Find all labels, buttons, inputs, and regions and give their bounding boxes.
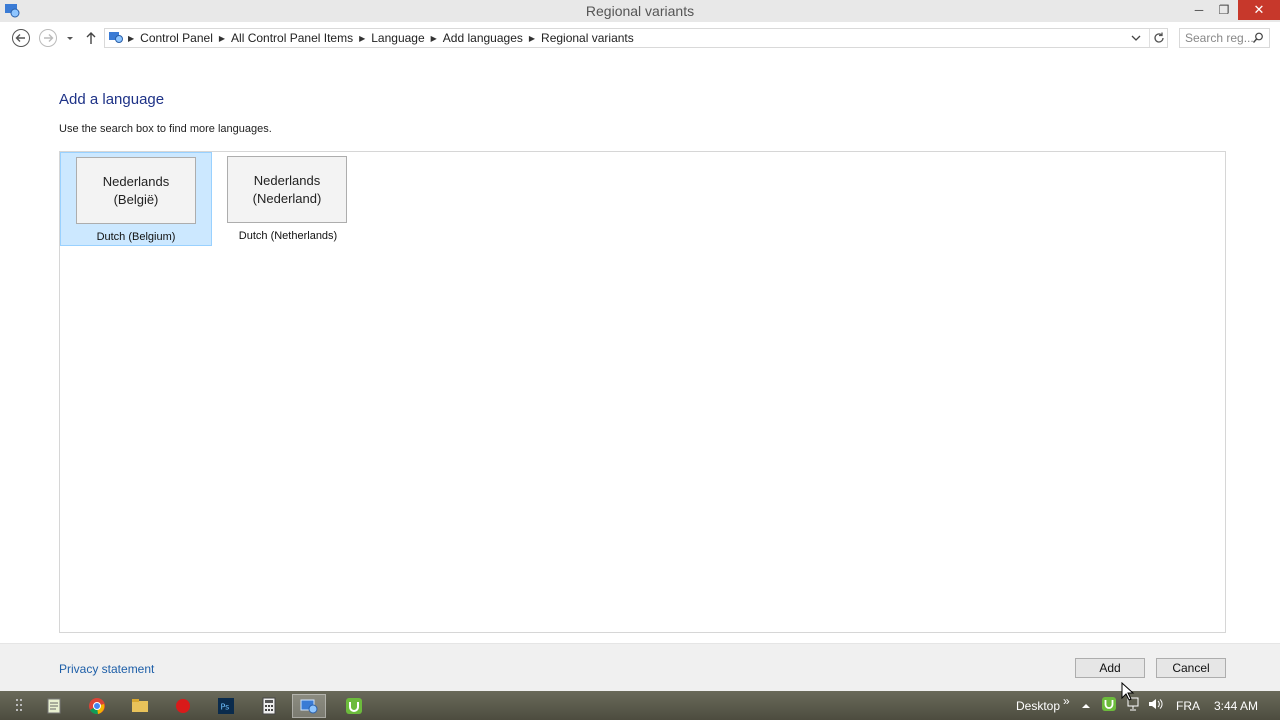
forward-icon[interactable] (38, 28, 58, 48)
add-button[interactable]: Add (1075, 658, 1145, 678)
recorder-icon[interactable] (165, 694, 201, 718)
input-language-indicator[interactable]: FRA (1176, 699, 1200, 713)
toolbar-chevron-icon[interactable]: » (1063, 694, 1070, 708)
taskbar: Ps Desktop » FRA 3:44 AM (0, 691, 1280, 720)
language-native-name: Nederlands (102, 173, 170, 189)
recent-pages-chevron-icon[interactable] (64, 28, 76, 48)
desktop-toolbar-label[interactable]: Desktop (1016, 699, 1060, 713)
back-icon[interactable] (11, 28, 31, 48)
notepad-icon[interactable] (36, 694, 72, 718)
breadcrumb-separator-icon[interactable]: ▶ (217, 34, 227, 43)
svg-text:Ps: Ps (221, 703, 230, 712)
minimize-button[interactable]: ─ (1188, 0, 1210, 20)
photoshop-icon[interactable]: Ps (208, 694, 244, 718)
show-hidden-icons-icon[interactable] (1081, 700, 1091, 714)
maximize-button[interactable]: ❐ (1213, 0, 1235, 20)
up-arrow-icon[interactable] (84, 28, 98, 48)
refresh-icon[interactable] (1149, 29, 1168, 47)
chrome-icon[interactable] (79, 694, 115, 718)
breadcrumb-separator-icon[interactable]: ▶ (357, 34, 367, 43)
breadcrumb-regional-variants[interactable]: Regional variants (537, 31, 638, 45)
privacy-statement-link[interactable]: Privacy statement (59, 662, 154, 676)
breadcrumb-language[interactable]: Language (367, 31, 428, 45)
breadcrumb-add-languages[interactable]: Add languages (439, 31, 527, 45)
language-caption: Dutch (Netherlands) (238, 230, 338, 242)
search-input[interactable]: Search reg... (1179, 28, 1270, 48)
dialog-footer: Privacy statement Add Cancel (0, 643, 1280, 692)
title-bar: Regional variants ─ ❐ ✕ (0, 0, 1280, 23)
language-tile[interactable]: Nederlands (Nederland) (227, 156, 347, 223)
breadcrumb-control-panel[interactable]: Control Panel (136, 31, 217, 45)
utorrent-icon[interactable] (336, 694, 372, 718)
control-panel-taskbar-icon[interactable] (292, 694, 326, 718)
calculator-icon[interactable] (251, 694, 287, 718)
language-native-region: (Nederland) (252, 190, 322, 206)
close-button[interactable]: ✕ (1238, 0, 1280, 20)
search-placeholder: Search reg... (1185, 31, 1254, 45)
language-caption: Dutch (Belgium) (96, 231, 176, 243)
language-option-dutch-netherlands[interactable]: Nederlands (Nederland) Dutch (Netherland… (212, 152, 364, 246)
language-option-dutch-belgium[interactable]: Nederlands (België) Dutch (Belgium) (60, 152, 212, 246)
utorrent-tray-icon[interactable] (1101, 696, 1117, 715)
clock[interactable]: 3:44 AM (1214, 699, 1258, 713)
language-tile[interactable]: Nederlands (België) (76, 157, 196, 224)
taskbar-gripper-icon (8, 694, 30, 718)
language-list-panel: Nederlands (België) Dutch (Belgium) Nede… (59, 151, 1226, 633)
address-dropdown-icon[interactable] (1129, 30, 1143, 49)
language-native-region: (België) (113, 191, 159, 207)
breadcrumb-separator-icon[interactable]: ▶ (429, 34, 439, 43)
cancel-button[interactable]: Cancel (1156, 658, 1226, 678)
file-explorer-icon[interactable] (122, 694, 158, 718)
address-bar[interactable]: ▶ Control Panel ▶ All Control Panel Item… (104, 28, 1168, 48)
breadcrumb-separator-icon[interactable]: ▶ (527, 34, 537, 43)
page-heading: Add a language (59, 91, 165, 108)
search-icon[interactable] (1252, 30, 1264, 51)
breadcrumb-separator-icon[interactable]: ▶ (126, 34, 136, 43)
mouse-cursor-icon (1121, 681, 1135, 705)
language-native-name: Nederlands (253, 172, 321, 188)
volume-icon[interactable] (1147, 697, 1163, 714)
page-description: Use the search box to find more language… (59, 123, 272, 135)
control-panel-small-icon (105, 30, 126, 47)
breadcrumb-all-items[interactable]: All Control Panel Items (227, 31, 357, 45)
window-title: Regional variants (585, 3, 695, 19)
